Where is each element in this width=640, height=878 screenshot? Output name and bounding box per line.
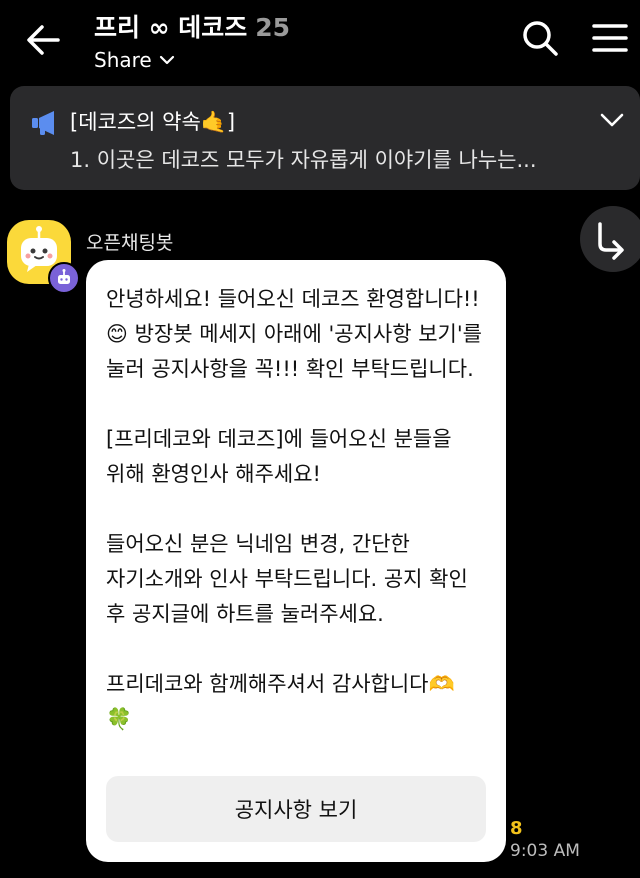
message-bubble: 안녕하세요! 들어오신 데코즈 환영합니다!!😊 방장봇 메세지 아래에 '공지… [86,260,506,862]
bot-badge [48,262,80,294]
share-button[interactable]: Share [94,48,290,72]
unread-count: 8 [510,818,523,839]
forward-arrow-icon [598,222,624,260]
chat-title[interactable]: 프리 ∞ 데코즈 25 [94,8,290,44]
chevron-down-icon[interactable] [598,106,626,134]
chevron-down-icon [159,55,174,65]
chat-title-block: 프리 ∞ 데코즈 25 Share [94,8,290,72]
chat-header: 프리 ∞ 데코즈 25 Share [0,0,640,78]
member-count: 25 [255,13,291,42]
back-arrow-icon [27,25,60,55]
message-meta: 8 9:03 AM [510,818,580,861]
forward-button[interactable] [580,206,640,272]
share-label: Share [94,48,152,72]
message-text: 안녕하세요! 들어오신 데코즈 환영합니다!!😊 방장봇 메세지 아래에 '공지… [106,287,482,731]
hamburger-menu-icon [592,24,628,52]
notice-preview: 1. 이곳은 데코즈 모두가 자유롭게 이야기를 나누는... [70,148,537,172]
bot-badge-icon [58,269,70,284]
notice-banner[interactable]: [데코즈의 약속🤙] 1. 이곳은 데코즈 모두가 자유롭게 이야기를 나누는.… [10,86,640,190]
menu-button[interactable] [588,16,632,60]
notice-title: [데코즈의 약속🤙] [70,110,236,134]
search-button[interactable] [518,16,562,60]
search-icon [523,21,558,56]
back-button[interactable] [22,18,66,62]
room-name: 프리 ∞ 데코즈 [94,13,248,42]
view-notice-button[interactable]: 공지사항 보기 [106,776,486,842]
message-time: 9:03 AM [510,841,580,861]
sender-name: 오픈채팅봇 [86,232,174,254]
megaphone-icon [32,111,54,135]
